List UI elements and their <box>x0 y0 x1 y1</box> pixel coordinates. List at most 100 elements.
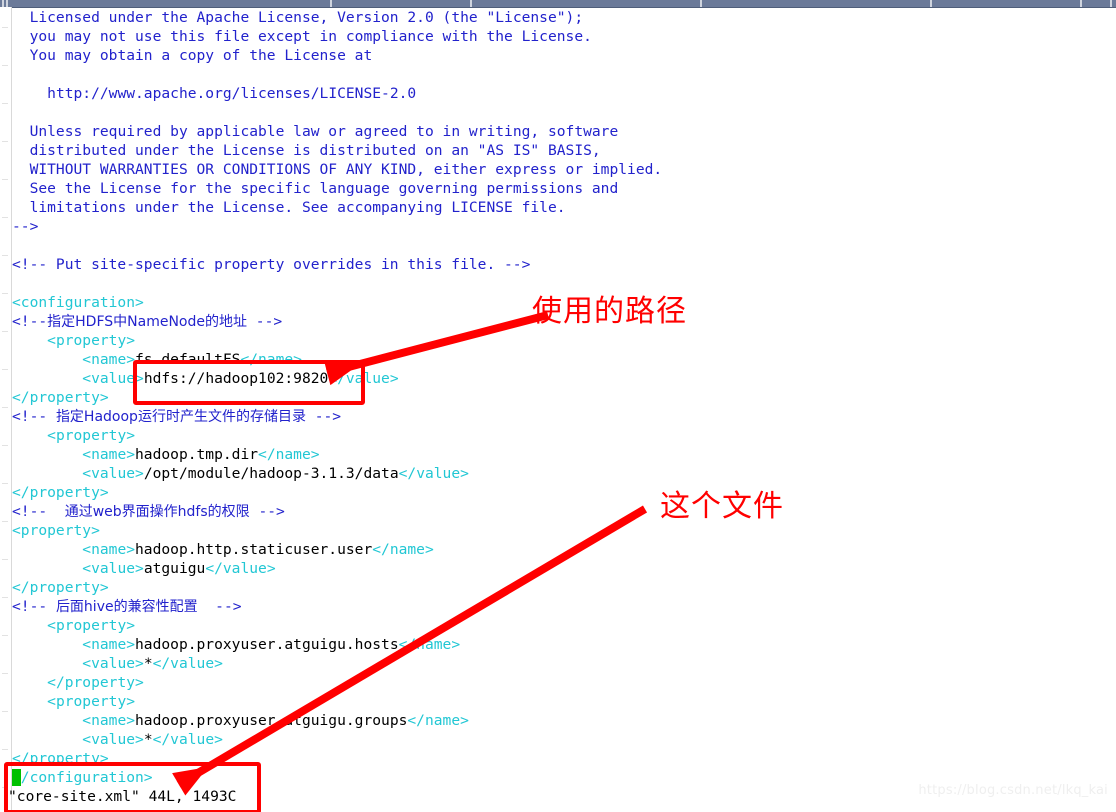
code-token: /configuration> <box>20 769 153 786</box>
gutter-tick <box>2 407 8 408</box>
code-token: </property> <box>12 389 109 406</box>
code-token: <name> <box>82 351 136 368</box>
code-token: <configuration> <box>12 294 144 311</box>
code-token: 指定Hadoop运行时产生文件的存储目录 <box>55 409 306 425</box>
code-token: <name> <box>82 541 136 558</box>
code-token: --> <box>12 218 39 235</box>
code-line[interactable]: <property> <box>12 331 1112 350</box>
titlebar-seam <box>6 0 8 7</box>
code-line[interactable]: Unless required by applicable law or agr… <box>12 122 1112 141</box>
gutter-tick <box>2 445 8 446</box>
editor-window: Licensed under the Apache License, Versi… <box>0 0 1116 812</box>
code-line[interactable]: <name>hadoop.tmp.dir</name> <box>12 445 1112 464</box>
code-token: hadoop.proxyuser.atguigu.groups <box>135 712 408 729</box>
code-line[interactable]: <!-- 指定Hadoop运行时产生文件的存储目录 --> <box>12 407 1112 426</box>
code-token: <property> <box>47 332 136 349</box>
code-line[interactable]: </property> <box>12 388 1112 407</box>
code-token: --> <box>249 503 285 520</box>
code-token: </property> <box>12 579 109 596</box>
code-token: <!-- <box>12 503 65 520</box>
code-line[interactable]: <name>hadoop.http.staticuser.user</name> <box>12 540 1112 559</box>
code-token: <value> <box>82 560 144 577</box>
code-line[interactable]: <property> <box>12 692 1112 711</box>
code-token: </value> <box>328 370 399 387</box>
code-line[interactable] <box>12 236 1112 255</box>
code-line[interactable] <box>12 103 1112 122</box>
code-line[interactable]: <!-- 通过web界面操作hdfs的权限 --> <box>12 502 1112 521</box>
code-line[interactable]: <name>hadoop.proxyuser.atguigu.groups</n… <box>12 711 1112 730</box>
code-token: </name> <box>407 712 469 729</box>
gutter-tick <box>2 369 8 370</box>
code-token: --> <box>305 408 342 425</box>
code-token: --> <box>197 598 242 615</box>
code-line[interactable]: WITHOUT WARRANTIES OR CONDITIONS OF ANY … <box>12 160 1112 179</box>
code-token: </value> <box>152 655 223 672</box>
code-token: 通过web界面操作hdfs的权限 <box>64 504 250 520</box>
code-token: </name> <box>258 446 320 463</box>
code-line[interactable]: Licensed under the Apache License, Versi… <box>12 8 1112 27</box>
code-token: hadoop.http.staticuser.user <box>135 541 373 558</box>
code-line[interactable]: <!-- Put site-specific property override… <box>12 255 1112 274</box>
code-line[interactable]: </property> <box>12 483 1112 502</box>
code-content[interactable]: Licensed under the Apache License, Versi… <box>8 8 1112 806</box>
code-token: hadoop.tmp.dir <box>135 446 259 463</box>
code-token: </property> <box>12 484 109 501</box>
code-line[interactable]: <name>fs.defaultFS</name> <box>12 350 1112 369</box>
code-line[interactable]: </property> <box>12 578 1112 597</box>
code-line[interactable]: <property> <box>12 616 1112 635</box>
code-line[interactable]: <property> <box>12 426 1112 445</box>
code-line[interactable]: http://www.apache.org/licenses/LICENSE-2… <box>12 84 1112 103</box>
code-token: 指定HDFS中NameNode的地址 <box>47 314 247 330</box>
code-line[interactable]: <configuration> <box>12 293 1112 312</box>
gutter-tick <box>2 635 8 636</box>
code-line[interactable]: <property> <box>12 521 1112 540</box>
code-line[interactable]: --> <box>12 217 1112 236</box>
code-line[interactable]: You may obtain a copy of the License at <box>12 46 1112 65</box>
code-token: <value> <box>82 465 144 482</box>
code-token: <value> <box>82 655 144 672</box>
code-line[interactable] <box>12 274 1112 293</box>
code-line[interactable]: <value>*</value> <box>12 654 1112 673</box>
code-line[interactable]: <value>/opt/module/hadoop-3.1.3/data</va… <box>12 464 1112 483</box>
code-token: * <box>143 731 153 748</box>
titlebar-seam <box>1110 0 1112 7</box>
code-line[interactable]: </property> <box>12 749 1112 768</box>
gutter-tick <box>2 749 8 750</box>
code-token: hadoop.proxyuser.atguigu.hosts <box>135 636 399 653</box>
code-token: You may obtain a copy of the License at <box>29 47 373 64</box>
gutter-tick <box>2 483 8 484</box>
code-line[interactable]: See the License for the specific languag… <box>12 179 1112 198</box>
code-line[interactable]: <!--指定HDFS中NameNode的地址 --> <box>12 312 1112 331</box>
code-token: </property> <box>12 750 109 767</box>
gutter-tick <box>2 179 8 180</box>
code-token: /opt/module/hadoop-3.1.3/data <box>143 465 399 482</box>
code-token: atguigu <box>143 560 206 577</box>
code-token: <name> <box>82 636 136 653</box>
code-line[interactable]: limitations under the License. See accom… <box>12 198 1112 217</box>
gutter-tick <box>2 711 8 712</box>
code-token: Unless required by applicable law or agr… <box>29 123 619 140</box>
code-line[interactable] <box>12 65 1112 84</box>
code-line[interactable]: distributed under the License is distrib… <box>12 141 1112 160</box>
code-line[interactable]: </property> <box>12 673 1112 692</box>
code-line[interactable]: <name>hadoop.proxyuser.atguigu.hosts</na… <box>12 635 1112 654</box>
code-token: <property> <box>47 693 136 710</box>
code-token: </name> <box>398 636 461 653</box>
code-token: <!-- Put site-specific property override… <box>12 256 531 273</box>
code-line[interactable]: <value>hdfs://hadoop102:9820</value> <box>12 369 1112 388</box>
code-token: </property> <box>47 674 144 691</box>
titlebar-seam <box>2 0 4 7</box>
code-token: <property> <box>47 617 136 634</box>
gutter-tick <box>2 331 8 332</box>
code-line[interactable]: you may not use this file except in comp… <box>12 27 1112 46</box>
code-token: * <box>143 655 153 672</box>
code-token: < <box>12 769 21 786</box>
code-token: See the License for the specific languag… <box>29 180 619 197</box>
code-token: </value> <box>398 465 469 482</box>
code-line[interactable]: <value>atguigu</value> <box>12 559 1112 578</box>
code-token: fs.defaultFS <box>135 351 241 368</box>
code-token: <value> <box>82 370 144 387</box>
code-line[interactable]: <!-- 后面hive的兼容性配置 --> <box>12 597 1112 616</box>
code-line[interactable]: <value>*</value> <box>12 730 1112 749</box>
code-token: <property> <box>47 427 136 444</box>
